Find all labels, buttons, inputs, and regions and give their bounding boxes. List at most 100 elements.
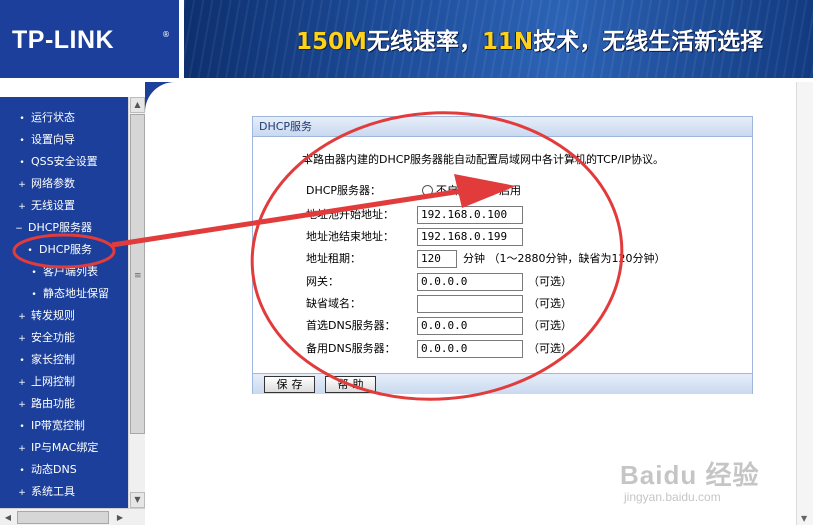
expand-icon: +: [18, 400, 26, 410]
secondary-dns-row: 备用DNS服务器： 0.0.0.0 （可选）: [306, 339, 606, 359]
sidebar-item-label: DHCP服务: [39, 243, 93, 256]
sidebar-item-label: 家长控制: [31, 353, 75, 366]
expand-icon: +: [18, 378, 26, 388]
secondary-dns-input[interactable]: 0.0.0.0: [417, 340, 523, 358]
sidebar-item-label: 转发规则: [31, 309, 75, 322]
sidebar-item-ip-mac-binding[interactable]: + IP与MAC绑定: [0, 437, 128, 459]
banner-text-2: 技术，无线生活新选择: [533, 29, 764, 55]
sidebar-item-label: 系统工具: [31, 485, 75, 498]
end-address-input[interactable]: 192.168.0.199: [417, 228, 523, 246]
bullet-icon: •: [19, 466, 25, 476]
sidebar-item-label: QSS安全设置: [31, 155, 98, 168]
bullet-icon: •: [19, 114, 25, 124]
panel-title: DHCP服务: [253, 117, 752, 137]
option-on-label: 启用: [499, 184, 521, 197]
optional-note: （可选）: [528, 275, 572, 288]
main-scrollbar[interactable]: ▼: [796, 82, 813, 525]
radio-on[interactable]: [485, 185, 496, 196]
header: TP-LINK ® 150M无线速率，11N技术，无线生活新选择: [0, 0, 813, 82]
sidebar-item-bandwidth[interactable]: • IP带宽控制: [0, 415, 128, 437]
dhcp-off-option[interactable]: 不启用: [422, 181, 469, 201]
domain-input[interactable]: [417, 295, 523, 313]
expand-icon: +: [18, 334, 26, 344]
secondary-dns-label: 备用DNS服务器：: [306, 342, 396, 355]
sidebar-item-dhcp-service[interactable]: • DHCP服务: [0, 239, 128, 261]
bullet-icon: •: [31, 290, 37, 300]
panel-intro: 本路由器内建的DHCP服务器能自动配置局域网中各计算机的TCP/IP协议。: [302, 153, 665, 166]
sidebar-item-client-list[interactable]: • 客户端列表: [0, 261, 128, 283]
banner-speed: 150M: [296, 29, 367, 55]
panel-footer: 保存 帮助: [253, 373, 752, 394]
sidebar-item-qss[interactable]: • QSS安全设置: [0, 151, 128, 173]
lease-time-label: 地址租期：: [306, 252, 361, 265]
help-button[interactable]: 帮助: [325, 376, 376, 393]
sidebar-item-label: 安全功能: [31, 331, 75, 344]
bullet-icon: •: [19, 422, 25, 432]
logo: TP-LINK ®: [0, 0, 181, 78]
expand-icon: +: [18, 180, 26, 190]
primary-dns-input[interactable]: 0.0.0.0: [417, 317, 523, 335]
save-button[interactable]: 保存: [264, 376, 315, 393]
optional-note: （可选）: [528, 297, 572, 310]
banner-standard: 11N: [481, 29, 534, 55]
sidebar-item-system-tools[interactable]: + 系统工具: [0, 481, 128, 503]
dhcp-on-option[interactable]: 启用: [485, 181, 521, 201]
sidebar-item-status[interactable]: • 运行状态: [0, 107, 128, 129]
logo-text: TP-LINK: [12, 26, 115, 54]
sidebar: • 运行状态 • 设置向导 • QSS安全设置 + 网络参数 + 无线设置 − DHCP服务…: [0, 97, 128, 508]
scrollbar-thumb[interactable]: [17, 511, 109, 524]
sidebar-item-wizard[interactable]: • 设置向导: [0, 129, 128, 151]
scroll-down-icon[interactable]: ▼: [130, 492, 145, 508]
watermark: Baidu 经验 jingyan.baidu.com: [620, 455, 759, 504]
sidebar-horizontal-scrollbar[interactable]: ◀ ▶: [0, 508, 145, 525]
watermark-logo: Baidu 经验: [620, 460, 760, 490]
lease-time-input[interactable]: 120: [417, 250, 457, 268]
radio-off[interactable]: [422, 185, 433, 196]
optional-note: （可选）: [528, 319, 572, 332]
expand-icon: +: [18, 202, 26, 212]
sidebar-item-parental-control[interactable]: • 家长控制: [0, 349, 128, 371]
dhcp-server-label: DHCP服务器：: [306, 184, 382, 197]
primary-dns-label: 首选DNS服务器：: [306, 319, 396, 332]
sidebar-item-label: 静态地址保留: [43, 287, 109, 300]
scrollbar-thumb[interactable]: ≡: [130, 114, 145, 434]
sidebar-item-access-control[interactable]: + 上网控制: [0, 371, 128, 393]
sidebar-item-label: 运行状态: [31, 111, 75, 124]
sidebar-item-label: IP与MAC绑定: [31, 441, 99, 454]
sidebar-item-ddns[interactable]: • 动态DNS: [0, 459, 128, 481]
scroll-up-icon[interactable]: ▲: [130, 97, 145, 113]
scroll-left-icon[interactable]: ◀: [0, 510, 16, 525]
lease-time-hint: 分钟 （1～2880分钟，缺省为120分钟）: [463, 252, 666, 265]
scroll-right-icon[interactable]: ▶: [112, 510, 128, 525]
sidebar-item-static-address[interactable]: • 静态地址保留: [0, 283, 128, 305]
optional-note: （可选）: [528, 342, 572, 355]
bullet-icon: •: [31, 268, 37, 278]
gateway-row: 网关： 0.0.0.0 （可选）: [306, 272, 606, 292]
sidebar-item-forwarding[interactable]: + 转发规则: [0, 305, 128, 327]
sidebar-item-routing[interactable]: + 路由功能: [0, 393, 128, 415]
primary-dns-row: 首选DNS服务器： 0.0.0.0 （可选）: [306, 316, 606, 336]
scroll-down-icon[interactable]: ▼: [801, 514, 807, 523]
expand-icon: +: [18, 444, 26, 454]
expand-icon: +: [18, 312, 26, 322]
sidebar-scrollbar[interactable]: ▲ ≡ ▼: [128, 97, 145, 508]
sidebar-item-network[interactable]: + 网络参数: [0, 173, 128, 195]
sidebar-item-wireless[interactable]: + 无线设置: [0, 195, 128, 217]
sidebar-item-security[interactable]: + 安全功能: [0, 327, 128, 349]
start-address-label: 地址池开始地址：: [306, 208, 394, 221]
lease-time-row: 地址租期： 120 分钟 （1～2880分钟，缺省为120分钟）: [306, 249, 686, 269]
collapse-icon: −: [15, 224, 23, 234]
registered-mark: ®: [162, 30, 170, 39]
banner: 150M无线速率，11N技术，无线生活新选择: [184, 0, 813, 78]
gateway-input[interactable]: 0.0.0.0: [417, 273, 523, 291]
grip-icon: ≡: [134, 271, 142, 281]
sidebar-item-label: 设置向导: [31, 133, 75, 146]
option-off-label: 不启用: [436, 184, 469, 197]
sidebar-item-label: 路由功能: [31, 397, 75, 410]
watermark-url: jingyan.baidu.com: [624, 490, 721, 504]
start-address-input[interactable]: 192.168.0.100: [417, 206, 523, 224]
domain-row: 缺省域名： （可选）: [306, 294, 606, 314]
sidebar-item-dhcp-server[interactable]: − DHCP服务器: [0, 217, 128, 239]
start-address-row: 地址池开始地址： 192.168.0.100: [306, 205, 596, 225]
bullet-icon: •: [19, 356, 25, 366]
